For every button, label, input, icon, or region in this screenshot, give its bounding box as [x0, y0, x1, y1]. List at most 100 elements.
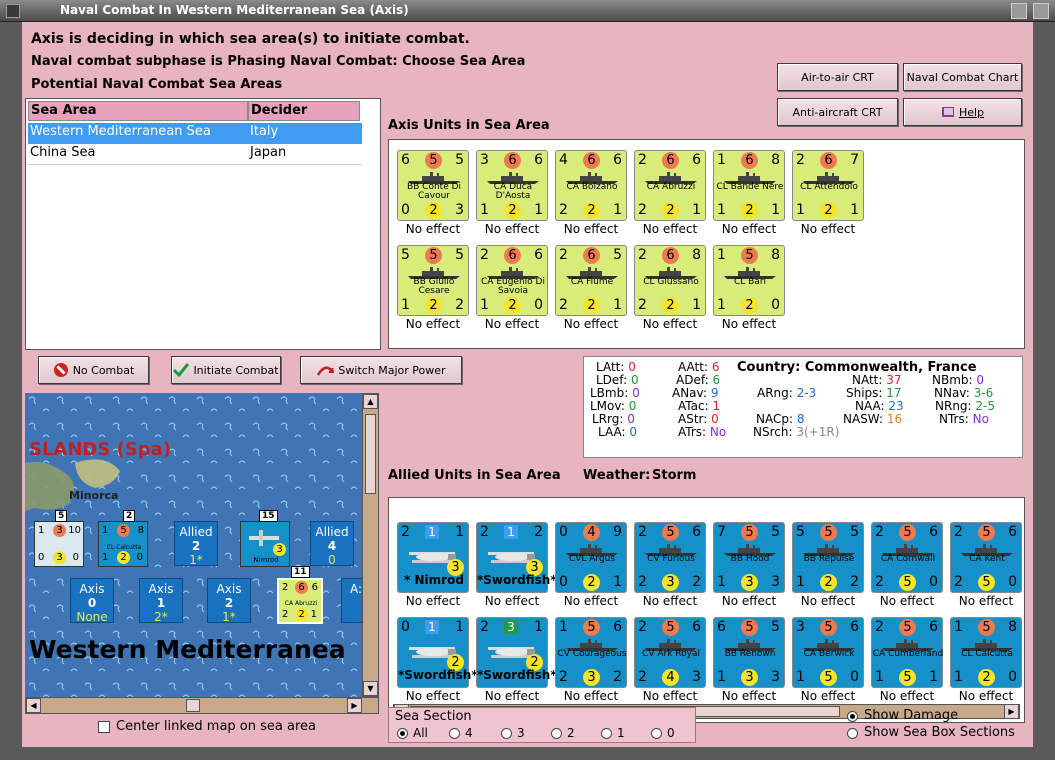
map-horizontal-scrollbar[interactable]: ◀ ▶: [25, 697, 379, 714]
stat-value: 9: [710, 386, 719, 400]
allied-unit-counter[interactable]: 2 1 1 3 * Nimrod: [397, 522, 469, 593]
initiate-combat-button[interactable]: Initiate Combat: [171, 356, 281, 384]
axis-unit-counter[interactable]: 2 6 6 CA Eugenio Di Savoia 1 2 0: [476, 245, 548, 316]
naval-combat-chart-button[interactable]: Naval Combat Chart: [903, 63, 1022, 91]
sea-area-map[interactable]: SLANDS (Spa) Minorca Western Mediterrane…: [25, 393, 362, 697]
axis-unit-counter[interactable]: 5 5 5 BB Giulio Cesare 1 2 2: [397, 245, 469, 316]
map-stack-3[interactable]: 15 3 Nimrod: [240, 510, 290, 567]
unit-value: 0: [771, 297, 780, 313]
allied-unit-counter[interactable]: 5 5 5 BB Repulse 1 2 2: [792, 522, 864, 593]
air-to-air-crt-button[interactable]: Air-to-air CRT: [777, 63, 898, 91]
unit-value: 2: [559, 247, 568, 263]
allied-unit-counter[interactable]: 1 5 6 CV Courageous 2 3 2: [555, 617, 627, 688]
axis-unit-counter[interactable]: 2 6 6 CA Abruzzi 2 2 1: [634, 150, 706, 221]
center-map-checkbox[interactable]: [98, 721, 110, 733]
allied-unit-counter[interactable]: 0 1 1 2 *Swordfish*: [397, 617, 478, 688]
sea-section-radio-4[interactable]: [601, 728, 612, 739]
close-button[interactable]: [1033, 3, 1049, 19]
stat-label: NAtt:: [852, 373, 883, 387]
unit-value: 2: [401, 524, 410, 540]
col-decider[interactable]: Decider: [248, 101, 360, 121]
sea-area-table[interactable]: Sea Area Decider Western Mediterranean S…: [25, 98, 381, 350]
allied-unit-counter[interactable]: 2 3 1 2 *Swordfish*: [476, 617, 557, 688]
sea-section-radio-1[interactable]: [449, 728, 460, 739]
sea-box-allied-2[interactable]: Allied 2 1*: [174, 521, 218, 567]
sea-box-axis-1[interactable]: Axis 1 2*: [139, 578, 183, 624]
allied-unit-counter[interactable]: 2 5 6 CA Kent 2 5 0: [950, 522, 1022, 593]
allied-unit-counter[interactable]: 2 5 6 CA Cumberland 1 5 1: [871, 617, 943, 688]
allied-unit-counter[interactable]: 2 1 2 3 *Swordfish*: [476, 522, 557, 593]
unit-effect: No effect: [879, 594, 935, 608]
stat-label: LBmb:: [590, 386, 629, 400]
scroll-left-arrow[interactable]: ◀: [26, 698, 41, 713]
map-stack-1[interactable]: 5 1 3 10 0 3 0: [34, 510, 84, 567]
col-sea-area[interactable]: Sea Area: [28, 101, 248, 121]
allied-unit-counter[interactable]: 6 5 5 BB Renown 1 3 3: [713, 617, 785, 688]
scroll-right-arrow[interactable]: ▶: [1004, 704, 1019, 719]
axis-unit-counter[interactable]: 4 6 6 CA Bolzano 2 2 1: [555, 150, 627, 221]
scroll-down-arrow[interactable]: ▼: [363, 681, 378, 696]
show-damage-radio[interactable]: [847, 711, 858, 722]
stack-value: 8: [137, 525, 144, 536]
air-to-air-label: Air-to-air CRT: [801, 70, 874, 84]
sea-box-axis-0[interactable]: Axis 0 None: [70, 578, 114, 624]
sea-section-option-label: All: [413, 726, 428, 740]
table-row[interactable]: China Sea Japan: [28, 144, 362, 165]
allied-unit-counter[interactable]: 0 4 9 CVL Argus 0 2 1: [555, 522, 627, 593]
allied-unit-counter[interactable]: 2 5 6 CA Cornwall 2 5 0: [871, 522, 943, 593]
stat-value: 0: [628, 399, 637, 413]
map-stack-4[interactable]: 11 2 6 6 CA Abruzzi 2 2 1: [277, 566, 323, 624]
unit-name: CL Calcutta: [961, 649, 1013, 659]
window-menu-icon[interactable]: [6, 4, 20, 18]
scroll-up-arrow[interactable]: ▲: [363, 394, 378, 409]
sea-section-radio-3[interactable]: [551, 728, 562, 739]
allied-unit-counter[interactable]: 3 5 6 CA Berwick 1 5 0: [792, 617, 864, 688]
allied-unit-counter[interactable]: 7 5 5 BB Hood 1 3 3: [713, 522, 785, 593]
allied-unit-counter[interactable]: 2 5 6 CV Ark Royal 2 4 3: [634, 617, 706, 688]
box-value: 1: [156, 596, 166, 610]
axis-unit-counter[interactable]: 2 6 8 CL Giussano 2 2 1: [634, 245, 706, 316]
sea-box-partial[interactable]: A:: [341, 578, 362, 623]
naval-chart-label: Naval Combat Chart: [906, 70, 1019, 84]
sea-section-radio-0[interactable]: [397, 728, 408, 739]
stat-label: LAtt:: [596, 360, 625, 374]
unit-value: 5: [455, 247, 464, 263]
help-button[interactable]: Help: [903, 98, 1022, 126]
anti-aircraft-crt-button[interactable]: Anti-aircraft CRT: [777, 98, 898, 126]
scroll-right-arrow[interactable]: ▶: [347, 698, 362, 713]
sea-box-allied-4[interactable]: Allied 4 0: [310, 521, 354, 567]
unit-name: CV Ark Royal: [642, 649, 700, 659]
switch-major-power-button[interactable]: Switch Major Power: [300, 356, 462, 384]
scroll-thumb[interactable]: [365, 414, 376, 494]
axis-unit-counter[interactable]: 1 6 8 CL Bande Nere 1 2 1: [713, 150, 785, 221]
show-sea-box-radio[interactable]: [847, 728, 858, 739]
unit-value: 5: [741, 619, 758, 636]
title-bar[interactable]: Naval Combat In Western Mediterranean Se…: [0, 0, 1055, 22]
box-side: Axis: [79, 582, 105, 596]
unit-value: 1: [692, 202, 701, 218]
row-area: China Sea: [30, 145, 96, 160]
sea-section-radio-5[interactable]: [651, 728, 662, 739]
axis-unit-counter[interactable]: 2 6 5 CA Fiume 2 2 1: [555, 245, 627, 316]
no-combat-button[interactable]: No Combat: [38, 356, 149, 384]
unit-value: 5: [796, 524, 805, 540]
stack-unit-name: CL Calcutta: [106, 544, 142, 551]
allied-unit-counter[interactable]: 2 5 6 CV Furious 2 3 2: [634, 522, 706, 593]
stat-label: ANav:: [672, 386, 708, 400]
sea-box-axis-2[interactable]: Axis 2 1*: [207, 578, 251, 624]
map-stack-2[interactable]: 2 1 5 8 CL Calcutta 1 2 0: [98, 510, 148, 567]
unit-value: 2: [875, 574, 884, 590]
axis-unit-counter[interactable]: 2 6 7 CL Attendolo 1 2 1: [792, 150, 864, 221]
table-row[interactable]: Western Mediterranean Sea Italy: [28, 123, 362, 144]
unit-value: 2: [583, 202, 600, 219]
axis-unit-counter[interactable]: 1 5 8 CL Bari 1 2 0: [713, 245, 785, 316]
axis-unit-counter[interactable]: 3 6 6 CA Duca D'Aosta 1 2 1: [476, 150, 548, 221]
unit-value: 1: [480, 202, 489, 218]
allied-unit-counter[interactable]: 1 5 8 CL Calcutta 1 2 0: [950, 617, 1022, 688]
map-vertical-scrollbar[interactable]: ▲ ▼: [362, 393, 379, 697]
unit-effect: No effect: [405, 594, 461, 608]
sea-section-radio-2[interactable]: [501, 728, 512, 739]
axis-unit-counter[interactable]: 6 5 5 BB Conte Di Cavour 0 2 3: [397, 150, 469, 221]
maximize-button[interactable]: [1011, 3, 1027, 19]
scroll-thumb[interactable]: [186, 699, 200, 712]
